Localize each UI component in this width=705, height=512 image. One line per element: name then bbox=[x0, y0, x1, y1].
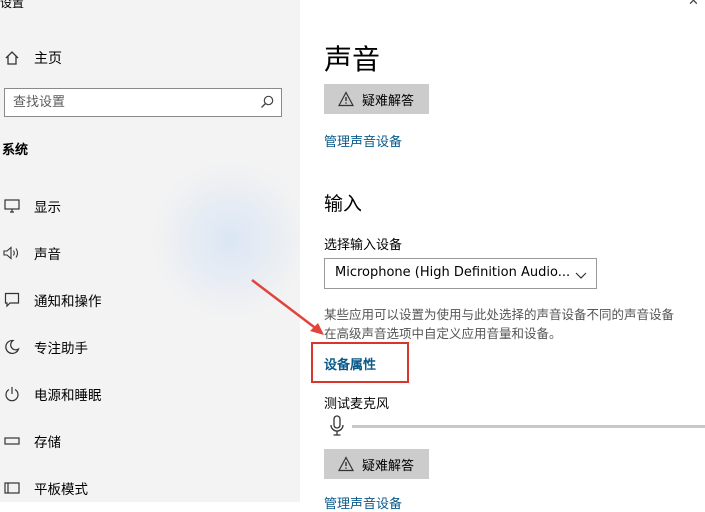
sidebar-item-label: 电源和睡眠 bbox=[34, 388, 102, 404]
input-device-select[interactable]: Microphone (High Definition Audio... bbox=[324, 258, 597, 289]
sidebar-item-tablet-mode[interactable]: 平板模式 bbox=[0, 476, 88, 500]
sidebar-item-label: 显示 bbox=[34, 200, 61, 216]
sidebar-item-label: 专注助手 bbox=[34, 341, 88, 357]
troubleshoot-label: 疑难解答 bbox=[362, 458, 415, 474]
page-title: 声音 bbox=[324, 43, 381, 76]
manage-sound-devices-link-2[interactable]: 管理声音设备 bbox=[324, 493, 402, 512]
home-icon bbox=[4, 50, 20, 66]
sidebar-item-focus-assist[interactable]: 专注助手 bbox=[0, 335, 88, 359]
power-icon bbox=[2, 386, 22, 402]
input-heading: 输入 bbox=[324, 193, 363, 215]
sidebar-item-display[interactable]: 显示 bbox=[0, 194, 61, 218]
description-line-2: 在高级声音选项中自定义应用音量和设备。 bbox=[324, 326, 562, 341]
warning-icon bbox=[338, 456, 354, 472]
sidebar-item-power-sleep[interactable]: 电源和睡眠 bbox=[0, 382, 102, 406]
sidebar-home[interactable]: 主页 bbox=[4, 47, 62, 69]
notification-icon bbox=[2, 292, 22, 308]
device-properties-link[interactable]: 设备属性 bbox=[324, 354, 376, 373]
input-device-value: Microphone (High Definition Audio... bbox=[335, 265, 571, 280]
sidebar-item-label: 平板模式 bbox=[34, 482, 88, 498]
sidebar: 设置 主页 系统 显示 声音 通知和操作 专注助手 bbox=[0, 0, 300, 502]
microphone-level-meter bbox=[352, 425, 705, 428]
search-box[interactable] bbox=[4, 88, 282, 117]
choose-input-label: 选择输入设备 bbox=[324, 238, 403, 253]
storage-icon bbox=[2, 433, 22, 449]
sidebar-section-system: 系统 bbox=[2, 143, 29, 158]
window-title: 设置 bbox=[0, 0, 25, 10]
troubleshoot-label: 疑难解答 bbox=[362, 93, 415, 109]
tablet-icon bbox=[2, 480, 22, 496]
troubleshoot-button-2[interactable]: 疑难解答 bbox=[324, 449, 429, 479]
troubleshoot-button[interactable]: 疑难解答 bbox=[324, 84, 429, 114]
red-arrow-annotation bbox=[251, 279, 324, 335]
speaker-icon bbox=[2, 245, 22, 261]
chevron-down-icon bbox=[574, 267, 588, 281]
test-microphone-label: 测试麦克风 bbox=[324, 397, 390, 412]
sidebar-item-label: 存储 bbox=[34, 435, 61, 451]
input-description: 某些应用可以设置为使用与此处选择的声音设备不同的声音设备 在高级声音选项中自定义… bbox=[324, 305, 705, 343]
sidebar-item-label: 通知和操作 bbox=[34, 294, 102, 310]
monitor-icon bbox=[2, 198, 22, 214]
sidebar-item-notifications[interactable]: 通知和操作 bbox=[0, 288, 102, 312]
search-icon[interactable] bbox=[259, 94, 275, 110]
microphone-icon bbox=[328, 415, 346, 437]
moon-icon bbox=[2, 339, 22, 355]
manage-sound-devices-link[interactable]: 管理声音设备 bbox=[324, 131, 402, 150]
search-input[interactable] bbox=[13, 89, 253, 116]
close-button[interactable]: ✕ bbox=[688, 0, 699, 9]
sidebar-item-label: 声音 bbox=[34, 247, 61, 263]
sidebar-item-sound[interactable]: 声音 bbox=[0, 241, 61, 265]
sidebar-item-storage[interactable]: 存储 bbox=[0, 429, 61, 453]
description-line-1: 某些应用可以设置为使用与此处选择的声音设备不同的声音设备 bbox=[324, 307, 675, 322]
warning-icon bbox=[338, 91, 354, 107]
sidebar-home-label: 主页 bbox=[34, 51, 62, 67]
